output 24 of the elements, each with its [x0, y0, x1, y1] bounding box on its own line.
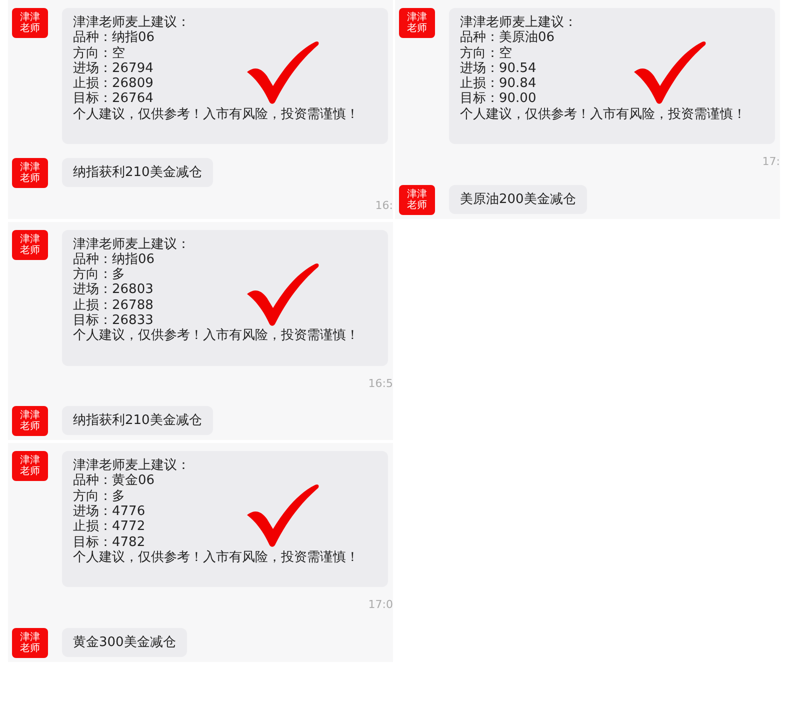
- message-bubble: 津津老师麦上建议： 品种：黄金06 方向：多 进场：4776 止损：4772 目标：4782 个人建议，仅供参考！入市有风险，投资需谨慎！: [62, 451, 388, 588]
- timestamp: 17:: [762, 154, 780, 170]
- avatar: 津津老师: [12, 406, 48, 436]
- checkmark-icon: [247, 40, 319, 104]
- timestamp: 17:0: [368, 597, 393, 614]
- message-bubble: 纳指获利210美金减仓: [62, 158, 213, 188]
- avatar: 津津老师: [12, 8, 48, 38]
- message-bubble: 津津老师麦上建议： 品种：美原油06 方向：空 进场：90.54 止损：90.84 目标：90.00 个人建议，仅供参考！入市有风险，投资需谨慎！: [449, 8, 775, 144]
- avatar: 津津老师: [12, 230, 48, 260]
- timestamp: 16:5: [368, 376, 393, 392]
- timestamp: 16:: [375, 198, 393, 214]
- message-bubble: 黄金300美金减仓: [62, 628, 187, 657]
- message-bubble: 津津老师麦上建议： 品种：纳指06 方向：空 进场：26794 止损：26809 目标：26764 个人建议，仅供参考！入市有风险，投资需谨慎！: [62, 8, 388, 144]
- avatar: 津津老师: [12, 451, 48, 482]
- checkmark-icon: [247, 262, 319, 326]
- avatar: 津津老师: [399, 184, 435, 215]
- avatar: 津津老师: [399, 8, 435, 38]
- message-bubble: 津津老师麦上建议： 品种：纳指06 方向：多 进场：26803 止损：26788 目标：26833 个人建议，仅供参考！入市有风险，投资需谨慎！: [62, 230, 388, 366]
- avatar: 津津老师: [12, 628, 48, 658]
- message-bubble: 美原油200美金减仓: [449, 184, 587, 214]
- checkmark-icon: [634, 40, 706, 104]
- checkmark-icon: [247, 483, 319, 548]
- avatar: 津津老师: [12, 158, 48, 188]
- message-bubble: 纳指获利210美金减仓: [62, 406, 213, 436]
